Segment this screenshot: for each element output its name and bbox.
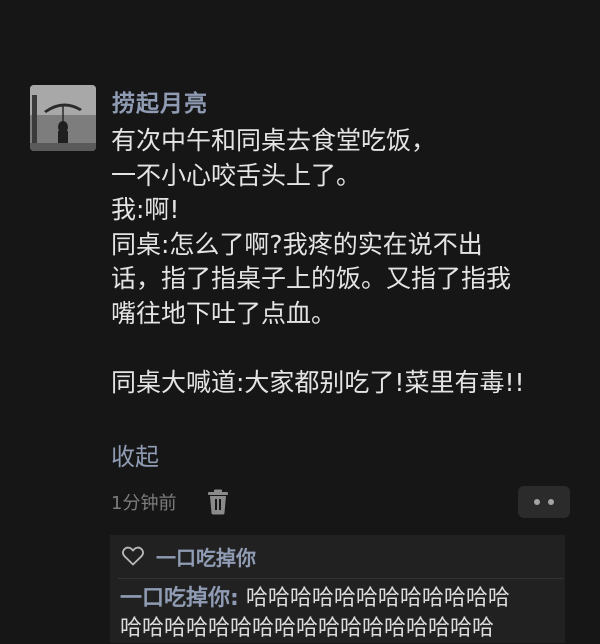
post-line: 嘴往地下吐了点血。 xyxy=(111,298,337,328)
dot xyxy=(534,499,540,505)
post-content: 有次中午和同桌去食堂吃饭， 一不小心咬舌头上了。 我:啊! 同桌:怎么了啊?我疼… xyxy=(111,124,581,401)
post-line: 一不小心咬舌头上了。 xyxy=(111,160,362,190)
reply-line: 哈哈哈哈哈哈哈哈哈哈哈哈哈哈哈哈哈 xyxy=(120,616,495,641)
user-avatar[interactable] xyxy=(30,85,96,151)
reply-divider xyxy=(118,578,563,579)
post-username[interactable]: 捞起月亮 xyxy=(112,84,208,118)
like-username[interactable]: 一口吃掉你 xyxy=(156,542,256,571)
reply-text-part: 哈哈哈哈哈哈哈哈哈哈哈哈 xyxy=(245,586,510,611)
reply-line: 一口吃掉你: 哈哈哈哈哈哈哈哈哈哈哈哈 xyxy=(120,584,565,614)
reply-author[interactable]: 一口吃掉你: xyxy=(120,586,239,611)
dot xyxy=(548,499,554,505)
more-dots-icon[interactable] xyxy=(518,486,570,518)
reply-comment[interactable]: 一口吃掉你: 哈哈哈哈哈哈哈哈哈哈哈哈 哈哈哈哈哈哈哈哈哈哈哈哈哈哈哈哈哈 xyxy=(120,584,565,644)
post-line: 同桌:怎么了啊?我疼的实在说不出 xyxy=(111,229,483,259)
trash-icon[interactable] xyxy=(206,489,230,515)
collapse-link[interactable]: 收起 xyxy=(111,437,159,472)
post-line: 有次中午和同桌去食堂吃饭， xyxy=(111,126,437,155)
post-timestamp: 1分钟前 xyxy=(111,493,177,514)
like-row: 一口吃掉你 xyxy=(122,541,256,571)
post-line: 话，指了指桌子上的饭。又指了指我 xyxy=(111,264,512,294)
avatar-image xyxy=(30,85,96,151)
heart-outline-icon[interactable] xyxy=(122,546,144,566)
post-line: 同桌大喊道:大家都别吃了!菜里有毒!! xyxy=(111,368,525,398)
post-line: 我:啊! xyxy=(111,195,180,225)
post-line-blank xyxy=(111,332,581,367)
